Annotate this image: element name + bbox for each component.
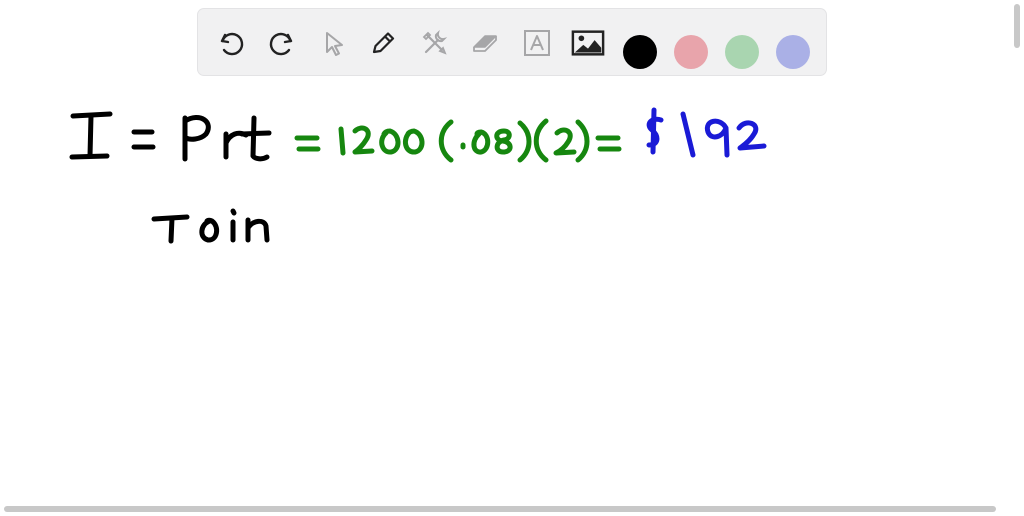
ink-blue-result	[646, 107, 767, 158]
handwriting-layer	[69, 107, 767, 244]
vertical-scroll-thumb[interactable]	[1014, 4, 1020, 48]
ink-green-calculation	[294, 118, 622, 163]
whiteboard-canvas[interactable]: I = Prt = 1200(.08)(2) = $192 T0in	[0, 0, 1024, 516]
ink-black-formula	[69, 111, 272, 162]
ink-black-note	[151, 208, 270, 244]
vertical-scrollbar[interactable]	[1012, 0, 1022, 506]
horizontal-scrollbar[interactable]	[0, 504, 1010, 514]
horizontal-scroll-thumb[interactable]	[4, 506, 996, 512]
